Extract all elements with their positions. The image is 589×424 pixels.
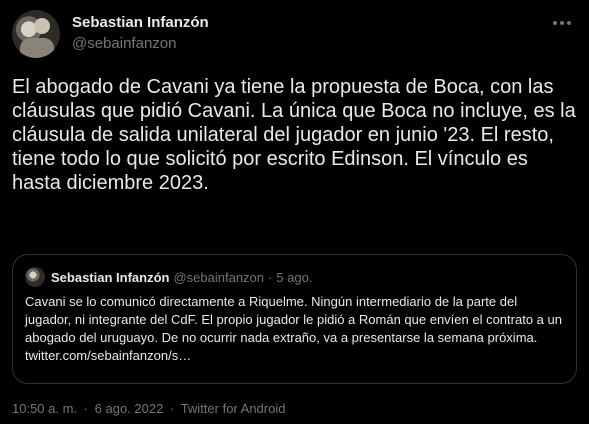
- quoted-author-avatar: [25, 267, 45, 287]
- tweet-source[interactable]: Twitter for Android: [181, 401, 286, 416]
- tweet-date[interactable]: 6 ago. 2022: [95, 401, 164, 416]
- quoted-tweet-header: Sebastian Infanzón @sebainfanzon · 5 ago…: [25, 267, 313, 287]
- quoted-tweet[interactable]: Sebastian Infanzón @sebainfanzon · 5 ago…: [12, 254, 577, 384]
- more-horizontal-icon[interactable]: [551, 14, 573, 32]
- quoted-author-handle: @sebainfanzon: [173, 269, 265, 285]
- tweet-time[interactable]: 10:50 a. m.: [12, 401, 77, 416]
- author-handle[interactable]: @sebainfanzon: [72, 35, 176, 52]
- quoted-separator: ·: [268, 269, 273, 285]
- tweet-meta: 10:50 a. m. · 6 ago. 2022 · Twitter for …: [12, 401, 288, 416]
- author-avatar[interactable]: [12, 10, 60, 58]
- meta-separator: ·: [83, 401, 89, 416]
- tweet-header: Sebastian Infanzón @sebainfanzon: [12, 10, 577, 58]
- quoted-tweet-text: Cavani se lo comunicó directamente a Riq…: [25, 294, 562, 363]
- quoted-date: 5 ago.: [276, 269, 313, 285]
- quoted-author-name: Sebastian Infanzón: [51, 269, 170, 285]
- author-name[interactable]: Sebastian Infanzón: [72, 14, 209, 31]
- tweet-text: El abogado de Cavani ya tiene la propues…: [12, 76, 576, 194]
- meta-separator: ·: [169, 401, 175, 416]
